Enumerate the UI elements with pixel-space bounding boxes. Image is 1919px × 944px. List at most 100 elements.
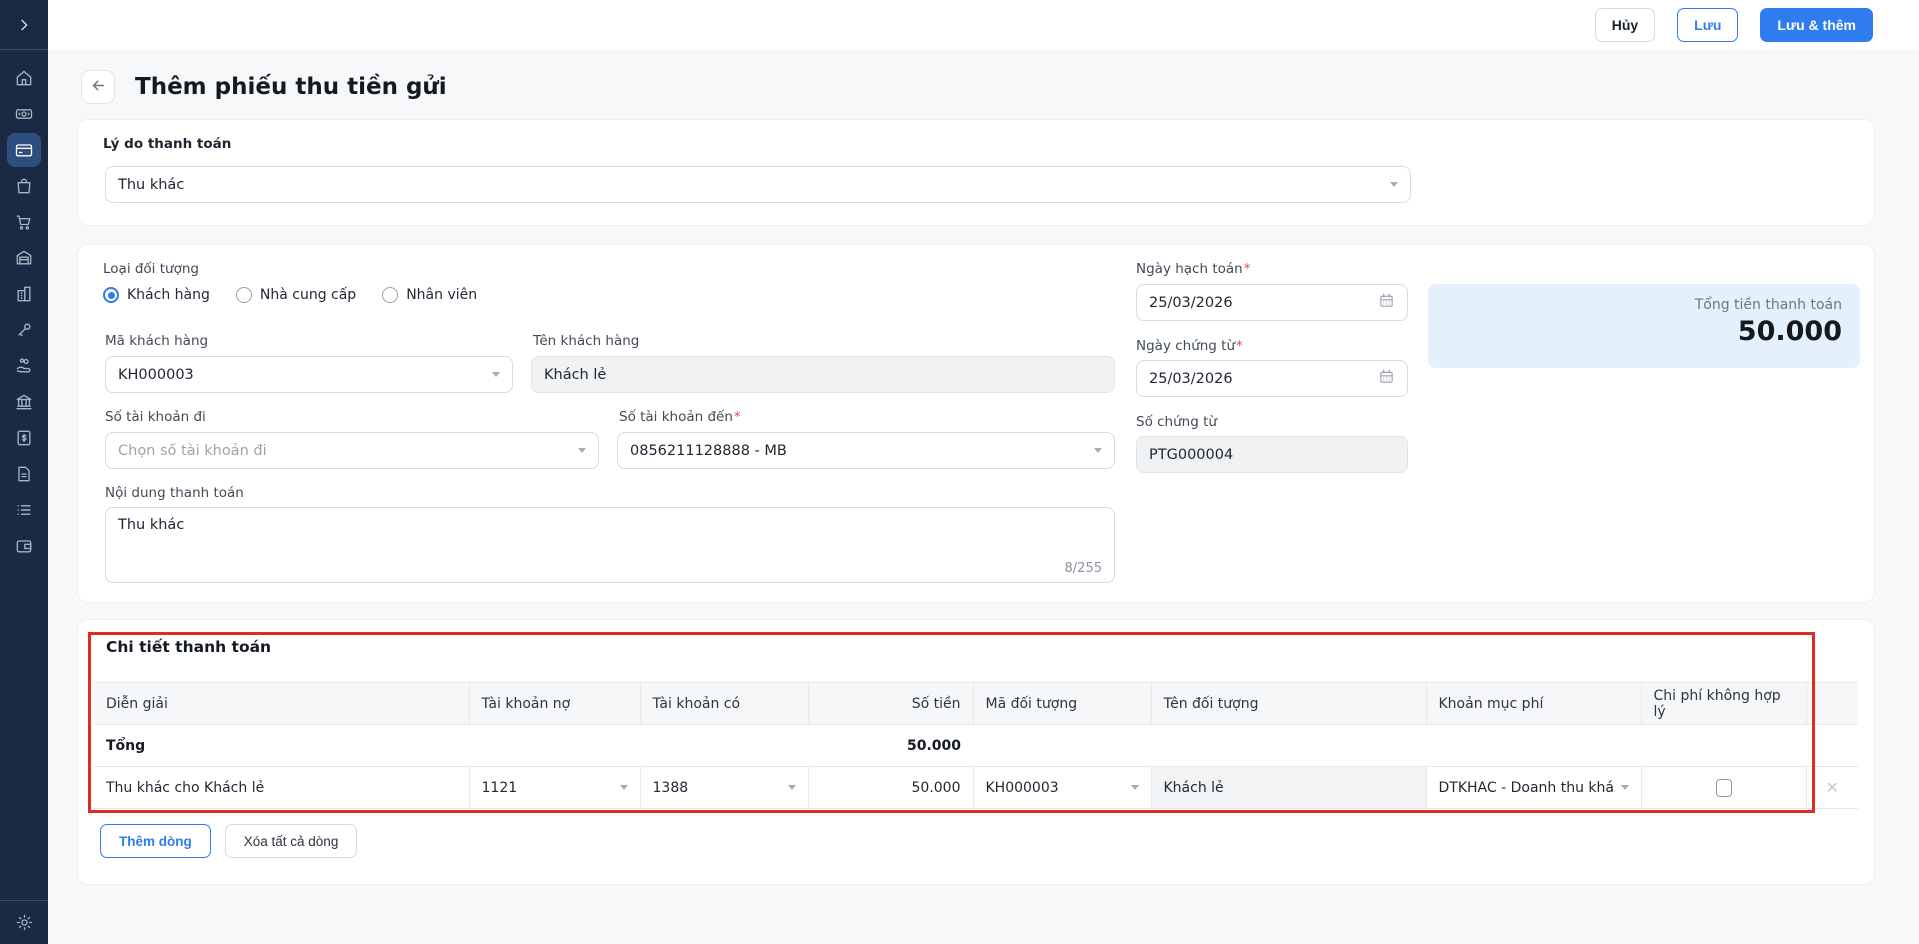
chevron-down-icon	[1094, 448, 1102, 453]
list-icon	[14, 500, 34, 520]
sidebar-item-company[interactable]	[7, 277, 41, 311]
object-type-label: Loại đối tượng	[103, 261, 199, 277]
payment-detail-table: Diễn giải Tài khoản nợ Tài khoản có Số t…	[94, 682, 1858, 809]
row-description-cell[interactable]: Thu khác cho Khách lẻ	[94, 766, 470, 809]
payment-content-textarea[interactable]: Thu khác 8/255	[105, 507, 1115, 583]
posting-date-input[interactable]: 25/03/2026	[1136, 284, 1408, 321]
save-button[interactable]: Lưu	[1677, 8, 1739, 42]
col-amount: Số tiền	[808, 682, 974, 725]
chevron-down-icon	[492, 372, 500, 377]
col-object-name: Tên đối tượng	[1151, 682, 1427, 725]
row-amount: 50.000	[911, 779, 961, 796]
cash-icon	[14, 104, 34, 124]
total-row: Tổng 50.000	[94, 724, 1858, 767]
sidebar-item-home[interactable]	[7, 61, 41, 95]
total-payment-label: Tổng tiền thanh toán	[1694, 297, 1842, 313]
gear-icon	[15, 913, 34, 932]
customer-name-label: Tên khách hàng	[533, 333, 640, 349]
document-number-field: PTG000004	[1136, 436, 1408, 473]
row-debit-value: 1121	[481, 779, 518, 796]
sidebar-item-purchases[interactable]	[7, 169, 41, 203]
sidebar-item-documents[interactable]	[7, 457, 41, 491]
chevron-down-icon	[578, 448, 586, 453]
radio-supplier-label: Nhà cung cấp	[259, 287, 357, 303]
invalid-expense-checkbox[interactable]	[1715, 778, 1732, 797]
radio-employee[interactable]: Nhân viên	[382, 287, 477, 303]
chevron-down-icon	[1130, 785, 1139, 790]
warehouse-icon	[14, 248, 34, 268]
payment-reason-select[interactable]: Thu khác	[105, 166, 1411, 203]
close-icon: ✕	[1825, 778, 1839, 797]
delete-all-rows-button[interactable]: Xóa tất cả dòng	[224, 824, 358, 858]
radio-employee-label: Nhân viên	[406, 287, 478, 303]
row-credit-select[interactable]: 1388	[640, 766, 809, 809]
sidebar-item-invoices[interactable]	[7, 421, 41, 455]
col-actions	[1806, 682, 1858, 725]
sidebar-item-cash[interactable]	[7, 97, 41, 131]
document-icon	[14, 464, 34, 484]
calendar-icon	[1378, 292, 1395, 313]
col-object-code: Mã đối tượng	[973, 682, 1152, 725]
sidebar-item-bank-deposit[interactable]	[7, 133, 41, 167]
radio-customer[interactable]: Khách hàng	[103, 287, 210, 303]
chevron-down-icon	[1620, 785, 1629, 790]
row-credit-value: 1388	[652, 779, 689, 796]
chevron-down-icon	[619, 785, 628, 790]
hand-coin-icon	[14, 356, 34, 376]
required-mark: *	[1236, 338, 1243, 354]
radio-customer-label: Khách hàng	[127, 287, 210, 303]
row-object-code-select[interactable]: KH000003	[973, 766, 1152, 809]
sidebar-item-tools[interactable]	[7, 313, 41, 347]
document-date-value: 25/03/2026	[1149, 370, 1233, 387]
row-invalid-expense-cell	[1641, 766, 1807, 809]
account-to-value: 0856211128888 - MB	[630, 442, 787, 459]
add-row-button[interactable]: Thêm dòng	[100, 824, 211, 858]
home-icon	[14, 68, 34, 88]
col-fee-category: Khoản mục phí	[1426, 682, 1642, 725]
customer-code-select[interactable]: KH000003	[105, 356, 513, 393]
account-from-select[interactable]: Chọn số tài khoản đi	[105, 432, 599, 469]
payment-reason-value: Thu khác	[118, 176, 185, 193]
char-counter: 8/255	[1064, 561, 1102, 576]
arrow-left-icon	[90, 77, 107, 98]
radio-dot	[103, 287, 119, 303]
payment-detail-title: Chi tiết thanh toán	[106, 638, 272, 656]
radio-dot	[382, 287, 399, 303]
sidebar-item-categories[interactable]	[7, 493, 41, 527]
row-fee-category-select[interactable]: DTKHAC - Doanh thu khá	[1426, 766, 1642, 809]
cancel-button[interactable]: Hủy	[1594, 8, 1656, 42]
document-date-input[interactable]: 25/03/2026	[1136, 360, 1408, 397]
sidebar-expand-button[interactable]	[0, 0, 48, 50]
card-icon	[14, 140, 34, 160]
account-from-placeholder: Chọn số tài khoản đi	[118, 442, 267, 459]
document-date-label: Ngày chứng từ*	[1136, 338, 1243, 354]
required-mark: *	[1243, 261, 1251, 277]
total-row-label: Tổng	[94, 724, 469, 767]
radio-supplier[interactable]: Nhà cung cấp	[235, 287, 357, 303]
sidebar-item-warehouse[interactable]	[7, 241, 41, 275]
sidebar-item-sales[interactable]	[7, 205, 41, 239]
sidebar-item-wallet[interactable]	[7, 529, 41, 563]
sidebar-item-payroll[interactable]	[7, 349, 41, 383]
bag-icon	[14, 176, 34, 196]
table-row: Thu khác cho Khách lẻ 1121 1388 50.000 K…	[94, 766, 1858, 809]
posting-date-value: 25/03/2026	[1149, 294, 1233, 311]
save-and-add-button[interactable]: Lưu & thêm	[1760, 8, 1873, 42]
row-description: Thu khác cho Khách lẻ	[106, 779, 265, 796]
delete-row-button[interactable]: ✕	[1806, 766, 1858, 809]
row-debit-select[interactable]: 1121	[469, 766, 641, 809]
total-payment-box: Tổng tiền thanh toán 50.000	[1428, 284, 1860, 368]
back-button[interactable]	[81, 70, 115, 104]
sidebar-settings-button[interactable]	[0, 900, 48, 944]
document-number-value: PTG000004	[1149, 446, 1234, 463]
payment-reason-card: Lý do thanh toán Thu khác	[78, 120, 1874, 225]
detail-actions: Thêm dòng Xóa tất cả dòng	[100, 824, 358, 858]
row-amount-cell[interactable]: 50.000	[808, 766, 974, 809]
building-icon	[14, 284, 34, 304]
col-description: Diễn giải	[94, 682, 470, 725]
sidebar-item-bank[interactable]	[7, 385, 41, 419]
page-content: Thêm phiếu thu tiền gửi Lý do thanh toán…	[48, 50, 1919, 944]
row-object-code: KH000003	[985, 779, 1059, 796]
account-to-select[interactable]: 0856211128888 - MB	[617, 432, 1115, 469]
total-row-amount: 50.000	[808, 724, 973, 767]
